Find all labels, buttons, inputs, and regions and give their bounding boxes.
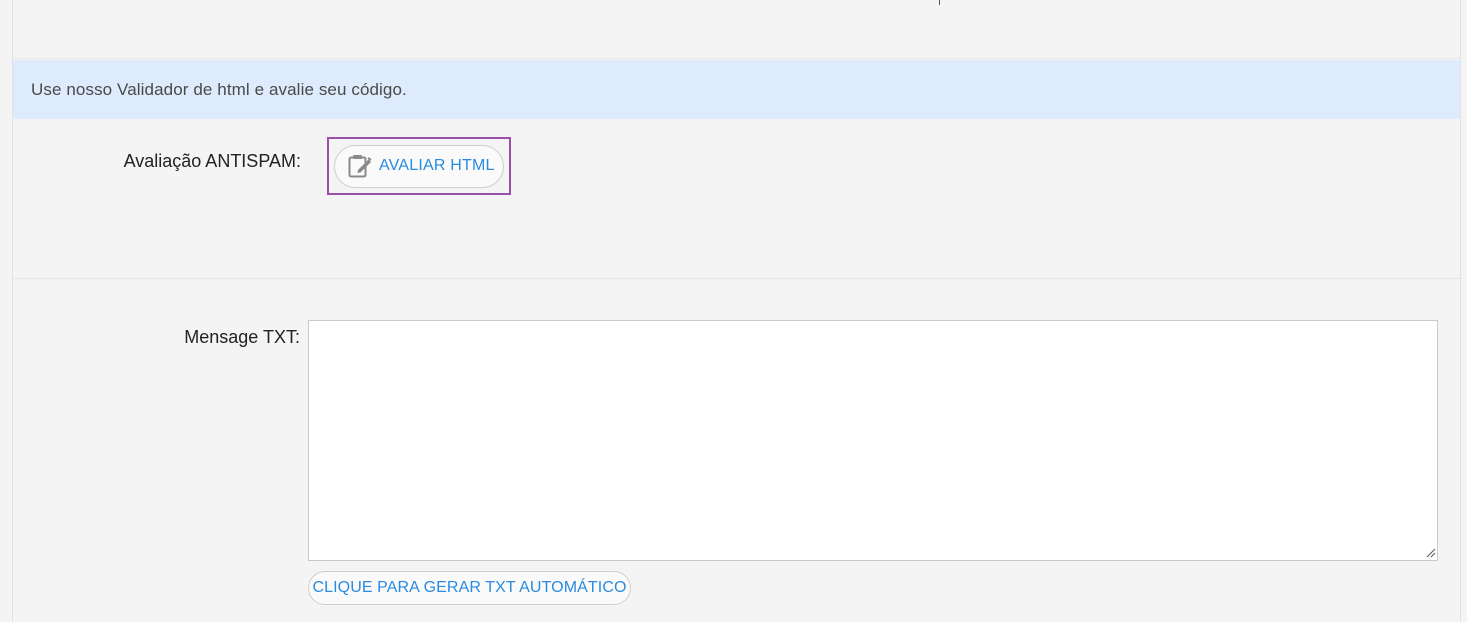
- top-divider-tick: [939, 0, 940, 5]
- generate-txt-button[interactable]: CLIQUE PARA GERAR TXT AUTOMÁTICO: [308, 571, 631, 605]
- avaliar-html-focus-ring: AVALIAR HTML: [327, 137, 511, 195]
- info-banner-text: Use nosso Validador de html e avalie seu…: [31, 79, 407, 99]
- top-divider: [13, 58, 1460, 59]
- avaliar-html-button-label: AVALIAR HTML: [379, 157, 495, 174]
- message-txt-label: Mensage TXT:: [184, 327, 300, 347]
- section-divider: [13, 278, 1460, 279]
- info-banner: Use nosso Validador de html e avalie seu…: [13, 60, 1460, 119]
- antispam-label: Avaliação ANTISPAM:: [123, 151, 301, 171]
- edit-clipboard-icon: [346, 152, 374, 180]
- frame-border-right: [1460, 0, 1461, 622]
- generate-txt-button-label: CLIQUE PARA GERAR TXT AUTOMÁTICO: [312, 579, 627, 596]
- avaliar-html-button[interactable]: AVALIAR HTML: [334, 144, 504, 188]
- page: Use nosso Validador de html e avalie seu…: [0, 0, 1467, 622]
- resize-grip-icon[interactable]: [1424, 546, 1436, 558]
- message-txt-textarea[interactable]: [308, 320, 1438, 561]
